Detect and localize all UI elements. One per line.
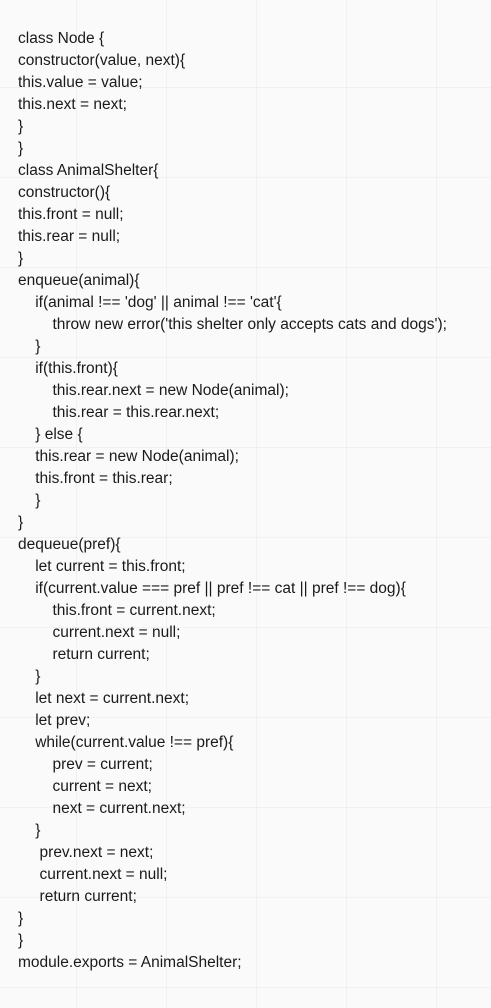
code-line: if(animal !== 'dog' || animal !== 'cat'{: [18, 294, 282, 311]
code-line: this.front = this.rear;: [18, 470, 173, 487]
code-line: this.rear.next = new Node(animal);: [18, 382, 289, 399]
code-line: class Node {: [18, 30, 105, 47]
code-line: }: [18, 338, 41, 355]
code-line: dequeue(pref){: [18, 536, 121, 553]
code-line: constructor(){: [18, 184, 111, 201]
code-line: current.next = null;: [18, 866, 168, 883]
page: { "code_lines": [ "class Node {", "const…: [0, 0, 491, 1008]
code-line: } else {: [18, 426, 83, 443]
code-line: return current;: [18, 646, 150, 663]
code-line: prev = current;: [18, 756, 153, 773]
code-line: let current = this.front;: [18, 558, 186, 575]
code-line: current.next = null;: [18, 624, 181, 641]
code-line: this.front = null;: [18, 206, 124, 223]
code-line: enqueue(animal){: [18, 272, 140, 289]
code-line: }: [18, 910, 24, 927]
code-line: let next = current.next;: [18, 690, 190, 707]
code-line: return current;: [18, 888, 137, 905]
code-line: this.rear = this.rear.next;: [18, 404, 220, 421]
code-line: constructor(value, next){: [18, 52, 186, 69]
code-line: this.front = current.next;: [18, 602, 216, 619]
code-line: }: [18, 932, 24, 949]
code-line: if(current.value === pref || pref !== ca…: [18, 580, 406, 597]
code-line: }: [18, 492, 41, 509]
code-line: }: [18, 514, 24, 531]
code-line: throw new error('this shelter only accep…: [18, 316, 447, 333]
code-line: }: [18, 118, 24, 135]
code-line: this.value = value;: [18, 74, 143, 91]
code-line: this.next = next;: [18, 96, 127, 113]
code-line: if(this.front){: [18, 360, 118, 377]
code-line: let prev;: [18, 712, 91, 729]
code-line: this.rear = new Node(animal);: [18, 448, 239, 465]
code-line: current = next;: [18, 778, 152, 795]
code-line: class AnimalShelter{: [18, 162, 159, 179]
code-block: class Node { constructor(value, next){ thi…: [18, 28, 447, 974]
code-line: prev.next = next;: [18, 844, 154, 861]
code-line: }: [18, 140, 24, 157]
code-line: }: [18, 822, 41, 839]
code-line: }: [18, 250, 24, 267]
code-line: next = current.next;: [18, 800, 186, 817]
code-line: }: [18, 668, 41, 685]
code-line: while(current.value !== pref){: [18, 734, 234, 751]
code-line: module.exports = AnimalShelter;: [18, 954, 242, 971]
code-line: this.rear = null;: [18, 228, 121, 245]
